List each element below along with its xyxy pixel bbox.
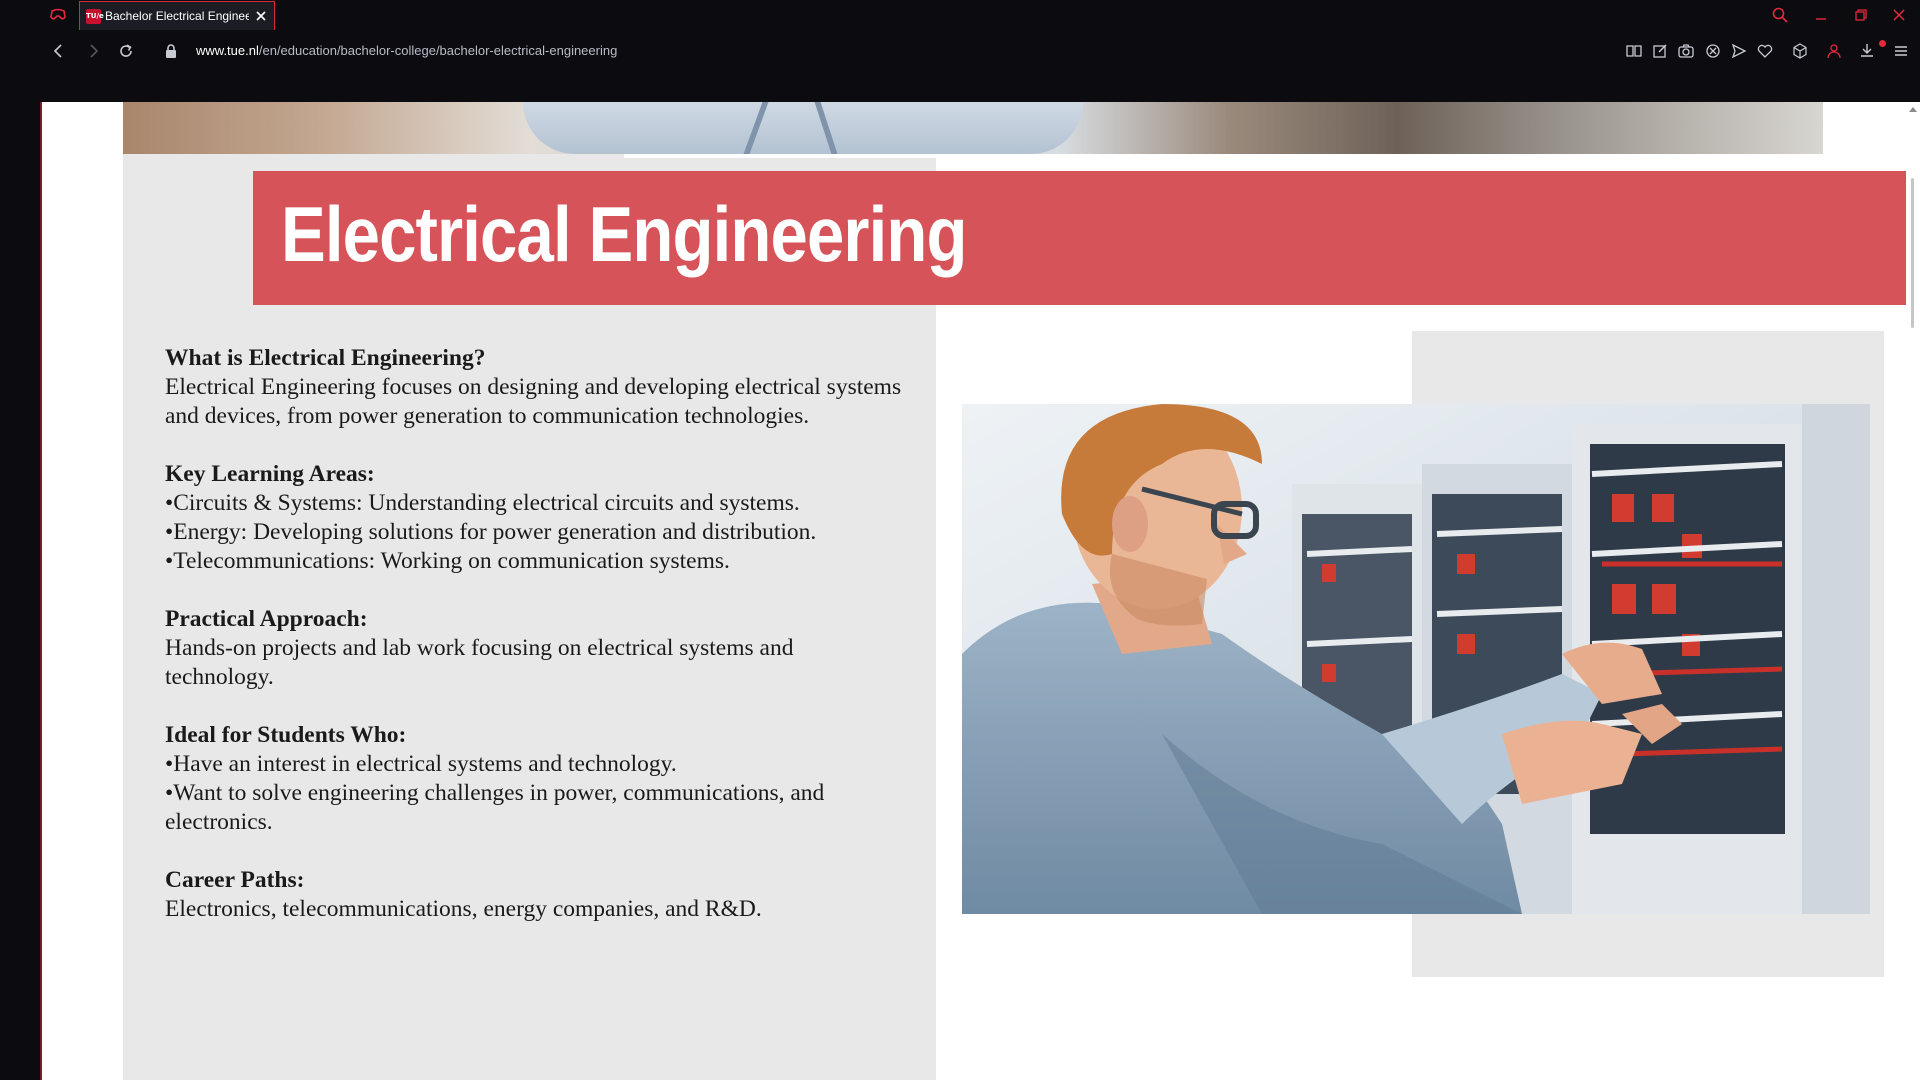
- send-icon[interactable]: [1730, 42, 1748, 60]
- tue-favicon-icon: TU/e: [86, 9, 104, 24]
- download-notification-dot: [1879, 40, 1886, 47]
- list-item: •Energy: Developing solutions for power …: [165, 519, 817, 545]
- tab-close-icon[interactable]: [254, 9, 268, 23]
- back-icon[interactable]: [50, 42, 68, 60]
- reader-icon[interactable]: [1625, 42, 1643, 60]
- address-bar: www.tue.nl/en/education/bachelor-college…: [40, 30, 1920, 102]
- camera-icon[interactable]: [1677, 42, 1695, 60]
- divider: [624, 154, 936, 158]
- menu-icon[interactable]: [1892, 42, 1910, 60]
- section-key-learning-areas: Key Learning Areas: •Circuits & Systems:…: [165, 460, 905, 576]
- browser-sidebar: [0, 30, 40, 1080]
- adblock-icon[interactable]: [1704, 42, 1722, 60]
- restore-icon[interactable]: [1852, 6, 1870, 24]
- tab-title: Bachelor Electrical Enginee: [105, 9, 249, 23]
- engineer-illustration: [962, 404, 1870, 914]
- lock-icon[interactable]: [164, 43, 178, 59]
- section-body: Electrical Engineering focuses on design…: [165, 374, 902, 429]
- gx-logo-icon[interactable]: [50, 8, 66, 22]
- minimize-icon[interactable]: [1812, 6, 1830, 24]
- section-what-is: What is Electrical Engineering? Electric…: [165, 344, 905, 431]
- url-path: /en/education/bachelor-college/bachelor-…: [258, 43, 618, 58]
- scroll-thumb[interactable]: [1911, 178, 1914, 328]
- list-item: •Have an interest in electrical systems …: [165, 751, 677, 777]
- section-practical-approach: Practical Approach: Hands-on projects an…: [165, 605, 905, 692]
- edit-icon[interactable]: [1651, 42, 1669, 60]
- reload-icon[interactable]: [117, 42, 135, 60]
- list-item: •Want to solve engineering challenges in…: [165, 780, 825, 835]
- list-item: •Circuits & Systems: Understanding elect…: [165, 490, 800, 516]
- program-description: What is Electrical Engineering? Electric…: [165, 344, 905, 953]
- section-heading: Ideal for Students Who:: [165, 722, 407, 748]
- close-window-icon[interactable]: [1890, 6, 1908, 24]
- forward-icon[interactable]: [84, 42, 102, 60]
- page-scrollbar[interactable]: [1906, 102, 1920, 1080]
- section-body: Electronics, telecommunications, energy …: [165, 896, 762, 922]
- search-icon[interactable]: [1771, 6, 1789, 24]
- page-title: Electrical Engineering: [281, 190, 968, 278]
- tab-bar: TU/e Bachelor Electrical Enginee: [0, 0, 1920, 30]
- url-field[interactable]: www.tue.nl/en/education/bachelor-college…: [196, 43, 617, 58]
- hero-image: [123, 102, 1823, 154]
- list-item: •Telecommunications: Working on communic…: [165, 548, 730, 574]
- section-ideal-students: Ideal for Students Who: •Have an interes…: [165, 721, 905, 837]
- heart-icon[interactable]: [1756, 42, 1774, 60]
- title-banner: Electrical Engineering: [253, 171, 1906, 305]
- section-body: Hands-on projects and lab work focusing …: [165, 635, 794, 690]
- account-icon[interactable]: [1825, 42, 1843, 60]
- scroll-up-arrow-icon[interactable]: [1909, 106, 1917, 112]
- section-career-paths: Career Paths: Electronics, telecommunica…: [165, 866, 905, 924]
- cube-icon[interactable]: [1791, 42, 1809, 60]
- active-tab[interactable]: TU/e Bachelor Electrical Enginee: [79, 1, 275, 30]
- web-page: Electrical Engineering What is Electrica…: [42, 102, 1906, 1080]
- url-host: www.tue.nl: [196, 43, 259, 58]
- section-heading: Key Learning Areas:: [165, 461, 375, 487]
- section-heading: Career Paths:: [165, 867, 305, 893]
- download-icon[interactable]: [1858, 42, 1876, 60]
- section-heading: Practical Approach:: [165, 606, 368, 632]
- section-heading: What is Electrical Engineering?: [165, 345, 486, 371]
